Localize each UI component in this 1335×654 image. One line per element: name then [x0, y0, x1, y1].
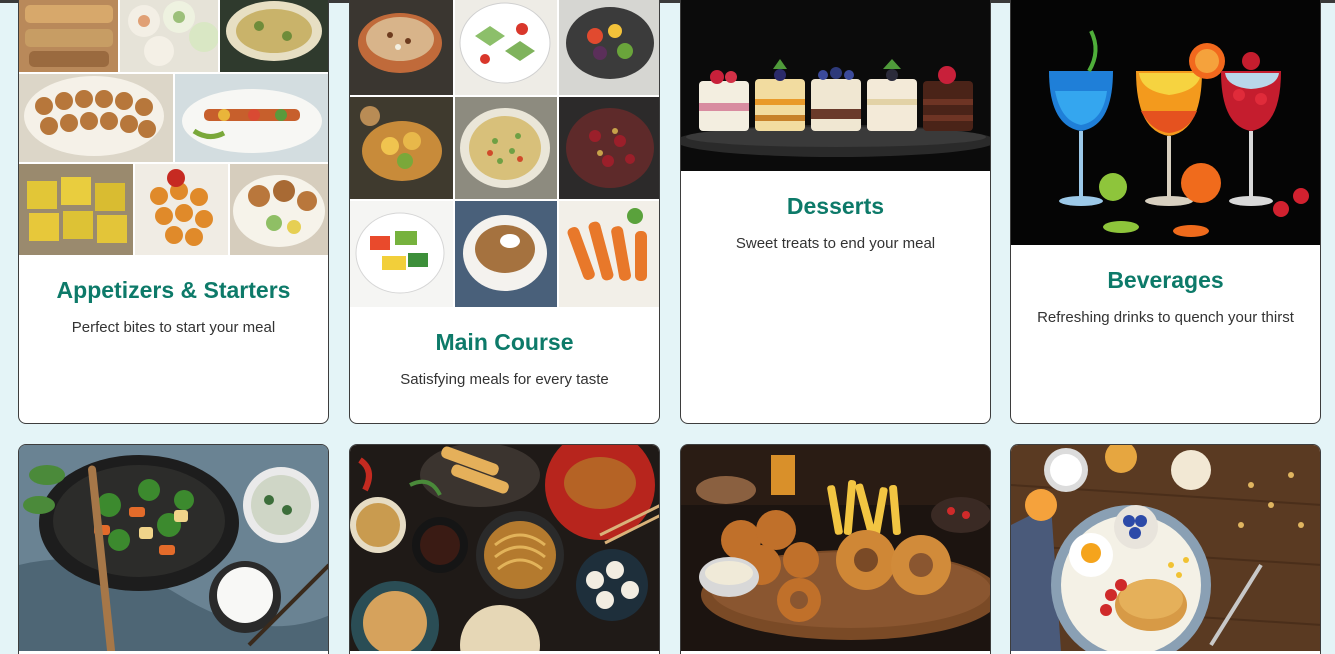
category-description: Perfect bites to start your meal	[71, 319, 276, 336]
appetizers-collage-image	[19, 0, 328, 255]
main-course-collage-image	[350, 0, 659, 307]
category-description: Refreshing drinks to quench your thirst	[1037, 309, 1294, 326]
category-card-beverages[interactable]: Beverages Refreshing drinks to quench yo…	[1010, 0, 1321, 424]
category-card-desserts[interactable]: Desserts Sweet treats to end your meal	[680, 0, 991, 424]
fried-food-platter-image	[681, 445, 990, 651]
category-title: Beverages	[1107, 267, 1224, 293]
category-card-stir-fry[interactable]	[18, 444, 329, 654]
breakfast-plate-image	[1011, 445, 1320, 651]
desserts-image	[681, 0, 990, 171]
beverages-image	[1011, 0, 1320, 245]
category-title: Appetizers & Starters	[56, 277, 291, 303]
stir-fry-bowl-image	[19, 445, 328, 651]
category-title: Main Course	[435, 329, 574, 355]
category-card-asian-feast[interactable]	[349, 444, 660, 654]
category-card-breakfast[interactable]	[1010, 444, 1321, 654]
category-card-fried-food[interactable]	[680, 444, 991, 654]
category-description: Sweet treats to end your meal	[735, 235, 936, 252]
category-card-main-course[interactable]: Main Course Satisfying meals for every t…	[349, 0, 660, 424]
category-description: Satisfying meals for every taste	[400, 371, 609, 388]
asian-feast-image	[350, 445, 659, 651]
category-title: Desserts	[786, 193, 885, 219]
category-card-appetizers[interactable]: Appetizers & Starters Perfect bites to s…	[18, 0, 329, 424]
